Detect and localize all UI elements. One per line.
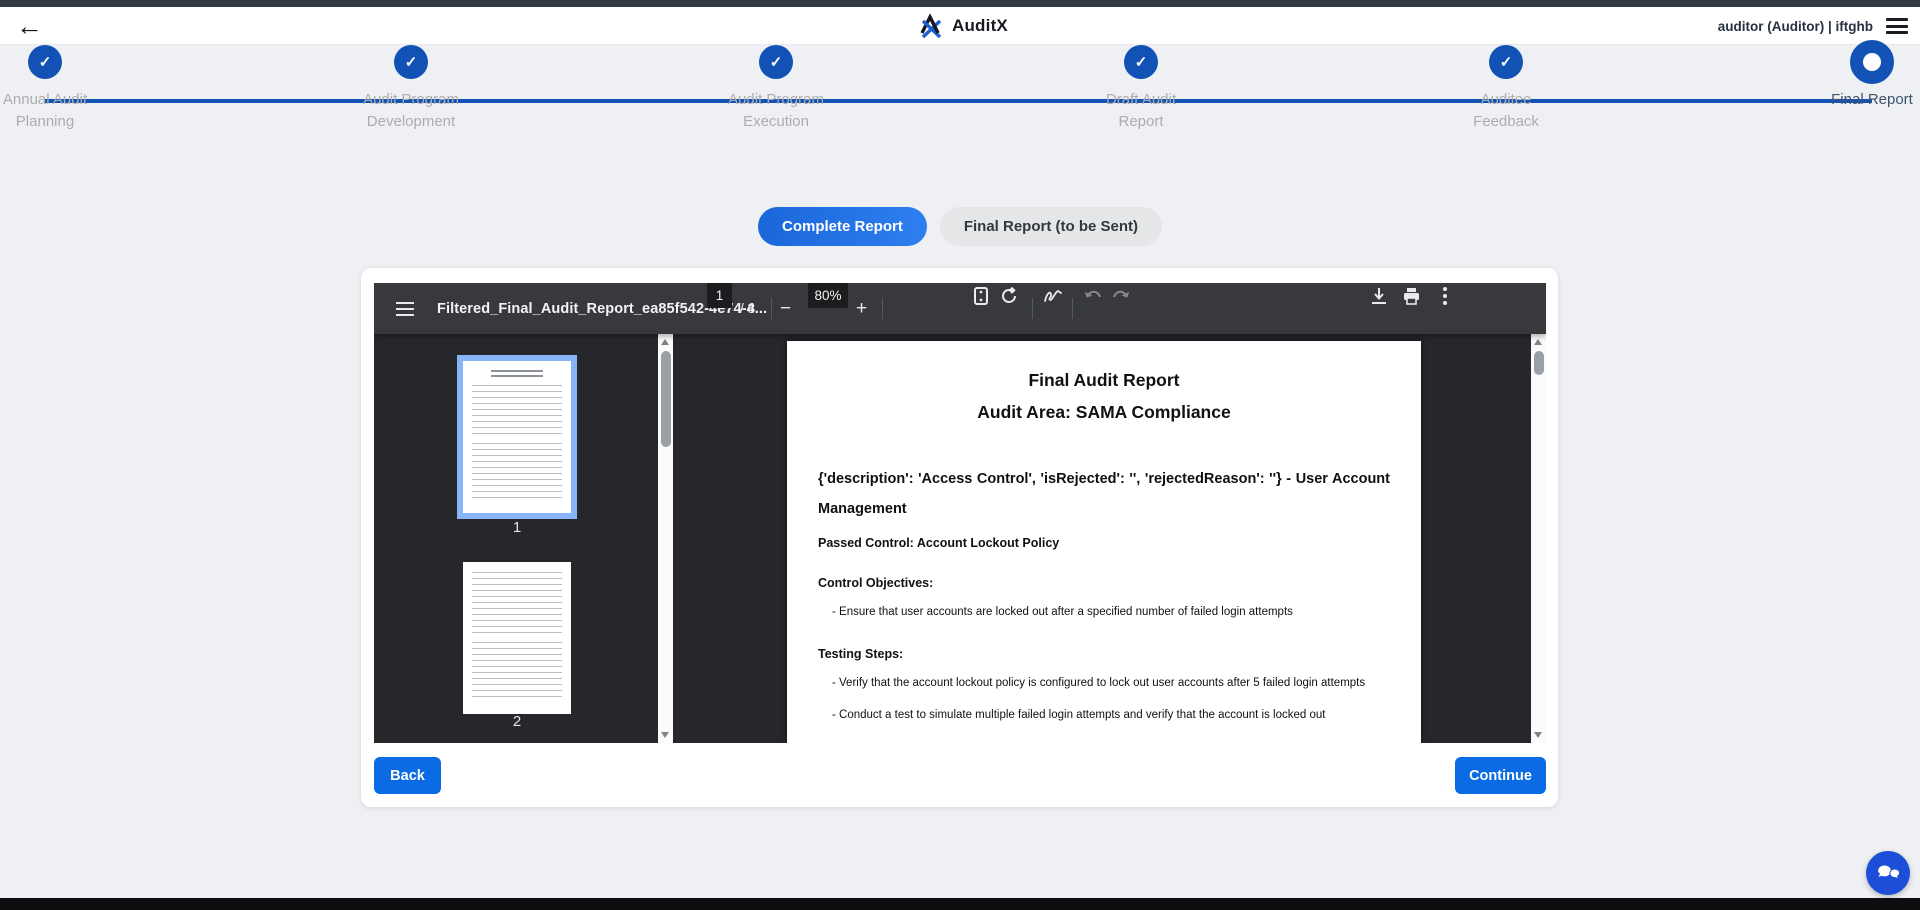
zoom-in-icon[interactable]: +	[856, 283, 867, 334]
fit-page-icon[interactable]	[968, 283, 994, 309]
sidebar-toggle-icon[interactable]	[392, 296, 418, 322]
step-current-circle[interactable]	[1850, 40, 1894, 84]
chat-bubbles-icon	[1877, 864, 1899, 882]
document-title: Final Audit Report	[818, 368, 1390, 392]
step-audit-program-execution: ✓ Audit Program Execution	[696, 45, 856, 133]
rotate-icon[interactable]	[996, 283, 1022, 309]
step-label: Draft Audit Report	[1093, 89, 1189, 133]
step-auditee-feedback: ✓ Auditee Feedback	[1426, 45, 1586, 133]
toolbar-divider	[771, 298, 772, 319]
download-icon[interactable]	[1366, 283, 1392, 309]
step-label: Annual Audit Planning	[0, 89, 93, 133]
pdf-page-1: Final Audit Report Audit Area: SAMA Comp…	[787, 341, 1421, 743]
thumbnail-text-lines	[472, 443, 562, 499]
step-label: Audit Program Execution	[728, 89, 824, 133]
app-header: ← AuditX auditor (Auditor) | iftghb	[0, 7, 1920, 45]
step-label: Final Report	[1824, 89, 1920, 111]
window-bottom-strip	[0, 898, 1920, 910]
scroll-up-icon[interactable]	[1534, 339, 1542, 345]
check-icon: ✓	[1500, 53, 1513, 71]
thumbnail-text-lines	[472, 572, 562, 634]
hamburger-menu-icon[interactable]	[1886, 18, 1908, 34]
more-options-icon[interactable]	[1432, 283, 1458, 309]
thumbnails-scrollbar[interactable]	[658, 334, 673, 743]
back-button[interactable]: Back	[374, 757, 441, 794]
toolbar-divider	[1032, 298, 1033, 319]
annotate-pen-icon[interactable]	[1040, 283, 1066, 309]
stepper-connector-line	[45, 99, 1872, 103]
continue-button[interactable]: Continue	[1455, 757, 1546, 794]
user-role-label: auditor (Auditor) | iftghb	[1718, 19, 1873, 34]
back-arrow-icon[interactable]: ←	[16, 9, 43, 43]
thumbnail-page-2-number: 2	[457, 713, 577, 730]
zoom-level-value[interactable]: 80%	[808, 283, 848, 308]
step-check-circle[interactable]: ✓	[1489, 45, 1523, 79]
step-check-circle[interactable]: ✓	[1124, 45, 1158, 79]
check-icon: ✓	[1135, 53, 1148, 71]
check-icon: ✓	[39, 53, 52, 71]
section-item: - Conduct a test to simulate multiple fa…	[832, 708, 1390, 723]
redo-icon[interactable]	[1108, 283, 1134, 309]
pdf-viewer: Filtered_Final_Audit_Report_ea85f542-4e7…	[374, 283, 1546, 743]
scroll-down-icon[interactable]	[661, 732, 669, 738]
passed-control-line: Passed Control: Account Lockout Policy	[818, 536, 1390, 550]
thumbnail-page-2[interactable]	[463, 562, 571, 714]
thumbnail-text-lines	[491, 370, 543, 377]
step-check-circle[interactable]: ✓	[394, 45, 428, 79]
step-annual-audit-planning: ✓ Annual Audit Planning	[0, 45, 125, 133]
thumbnail-page-1[interactable]	[457, 355, 577, 519]
pdf-content-area: 1 2 Final Audit Report Audit Area: SAMA …	[374, 334, 1546, 743]
scrollbar-thumb[interactable]	[1534, 351, 1544, 375]
step-check-circle[interactable]: ✓	[759, 45, 793, 79]
scrollbar-thumb[interactable]	[661, 351, 671, 447]
document-subtitle: Audit Area: SAMA Compliance	[818, 400, 1390, 424]
check-icon: ✓	[405, 53, 418, 71]
workflow-stepper: ✓ Annual Audit Planning ✓ Audit Program …	[0, 45, 1920, 200]
step-label: Auditee Feedback	[1458, 89, 1554, 133]
step-audit-program-development: ✓ Audit Program Development	[331, 45, 491, 133]
toolbar-divider	[1072, 298, 1073, 319]
check-icon: ✓	[770, 53, 783, 71]
window-top-strip	[0, 0, 1920, 7]
page-total-label: / 8	[740, 283, 755, 334]
section-heading: Testing Steps:	[818, 647, 1390, 661]
report-card: Filtered_Final_Audit_Report_ea85f542-4e7…	[361, 268, 1558, 807]
app-brand: AuditX	[918, 7, 1008, 45]
thumbnail-text-lines	[472, 385, 562, 435]
chat-fab-button[interactable]	[1866, 851, 1910, 895]
page-number-input[interactable]: 1	[707, 283, 732, 308]
zoom-out-icon[interactable]: −	[780, 283, 791, 334]
step-label: Audit Program Development	[363, 89, 459, 133]
document-scrollbar[interactable]	[1531, 334, 1546, 743]
section-heading: Control Objectives:	[818, 576, 1390, 590]
step-check-circle[interactable]: ✓	[28, 45, 62, 79]
section-item: - Ensure that user accounts are locked o…	[832, 605, 1390, 620]
thumbnail-text-lines	[472, 642, 562, 702]
undo-icon[interactable]	[1080, 283, 1106, 309]
app-title: AuditX	[952, 16, 1008, 36]
scroll-down-icon[interactable]	[1534, 732, 1542, 738]
tab-complete-report[interactable]: Complete Report	[758, 207, 927, 246]
section-item: - Verify that the account lockout policy…	[832, 676, 1390, 691]
step-final-report: Final Report	[1792, 45, 1920, 111]
step-draft-audit-report: ✓ Draft Audit Report	[1061, 45, 1221, 133]
report-tabs: Complete Report Final Report (to be Sent…	[0, 207, 1920, 246]
document-heading: {'description': 'Access Control', 'isRej…	[818, 464, 1390, 524]
print-icon[interactable]	[1398, 283, 1424, 309]
auditx-logo-icon	[918, 13, 945, 39]
toolbar-divider	[882, 298, 883, 319]
pdf-toolbar: Filtered_Final_Audit_Report_ea85f542-4e7…	[374, 283, 1546, 334]
scroll-up-icon[interactable]	[661, 339, 669, 345]
tab-final-report-to-be-sent[interactable]: Final Report (to be Sent)	[940, 207, 1162, 246]
thumbnail-page-1-number: 1	[457, 519, 577, 536]
